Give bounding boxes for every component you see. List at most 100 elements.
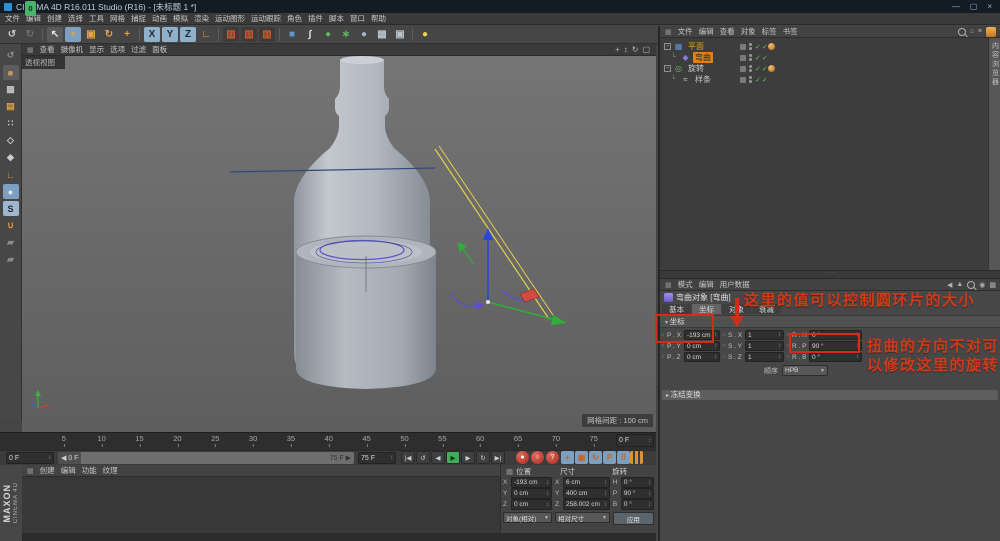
enable-check-icon[interactable]: ✓ bbox=[755, 43, 761, 51]
material-menu-item[interactable]: 纹理 bbox=[100, 465, 121, 476]
palette-icon[interactable]: ◆ bbox=[3, 150, 19, 165]
enable-check-icon[interactable]: ✓ bbox=[762, 43, 768, 51]
size-field[interactable]: 400 cm bbox=[563, 488, 610, 499]
attribute-tab[interactable]: 基本 bbox=[662, 304, 691, 314]
size-field[interactable]: 6 cm bbox=[563, 477, 610, 488]
search-icon[interactable] bbox=[958, 28, 966, 36]
menu-item[interactable]: 网格 bbox=[107, 13, 128, 24]
palette-icon[interactable]: ● bbox=[3, 184, 19, 199]
menu-item[interactable]: 帮助 bbox=[368, 13, 389, 24]
side-tab-strip[interactable]: 内容浏览器 bbox=[988, 38, 1000, 270]
palette-icon[interactable]: ∷ bbox=[3, 116, 19, 131]
palette-icon[interactable]: ▤ bbox=[3, 99, 19, 114]
transport-button[interactable]: ↺ bbox=[416, 451, 430, 464]
viewport-menu-item[interactable]: 摄像机 bbox=[58, 44, 87, 55]
menu-item[interactable]: 选择 bbox=[65, 13, 86, 24]
phong-tag-icon[interactable] bbox=[768, 43, 775, 50]
toolbar-icon[interactable]: Y bbox=[162, 27, 178, 42]
object-menu-item[interactable]: 书签 bbox=[780, 26, 801, 37]
toolbar-icon[interactable]: ↻ bbox=[101, 27, 117, 42]
history-up-icon[interactable]: ▲ bbox=[956, 281, 963, 288]
palette-icon[interactable]: ◇ bbox=[3, 133, 19, 148]
freeze-transform-section[interactable]: 冻结变换 bbox=[662, 390, 998, 400]
keying-toggle[interactable]: + bbox=[561, 451, 574, 464]
attrib-menu-item[interactable]: 模式 bbox=[675, 279, 696, 290]
material-menu-item[interactable]: 功能 bbox=[79, 465, 100, 476]
grid-view-icon[interactable]: ▦ bbox=[989, 281, 996, 289]
object-row[interactable]: - └ ◎ 旋转 ✓ ✓ bbox=[660, 63, 1000, 74]
menu-item[interactable]: 模拟 bbox=[170, 13, 191, 24]
object-menu-item[interactable]: 对象 bbox=[738, 26, 759, 37]
object-name[interactable]: 平面 bbox=[686, 41, 706, 52]
object-menu-item[interactable]: 查看 bbox=[717, 26, 738, 37]
enable-check-icon[interactable]: ✓ bbox=[762, 65, 768, 73]
palette-icon[interactable]: ∟ bbox=[3, 167, 19, 182]
visibility-dots[interactable] bbox=[749, 76, 752, 83]
transport-button[interactable]: ▶ bbox=[446, 451, 460, 464]
menu-item[interactable]: 文件 bbox=[2, 13, 23, 24]
visibility-dots[interactable] bbox=[749, 65, 752, 72]
palette-icon[interactable]: ▰ bbox=[3, 252, 19, 267]
panel-grid-icon[interactable]: ▦ bbox=[27, 467, 34, 475]
toolbar-icon[interactable]: ● bbox=[320, 27, 336, 42]
record-button[interactable]: ● bbox=[516, 451, 529, 464]
palette-icon[interactable]: S bbox=[3, 201, 19, 216]
palette-icon[interactable]: ■ bbox=[3, 65, 19, 80]
timeline-playhead[interactable]: 0 bbox=[25, 1, 36, 16]
object-menu-item[interactable]: 编辑 bbox=[696, 26, 717, 37]
toolbar-icon[interactable]: ↻ bbox=[22, 27, 38, 42]
toolbar-icon[interactable]: ▣ bbox=[83, 27, 99, 42]
viewport-nav-icon[interactable]: ↕ bbox=[624, 45, 628, 54]
material-menu-item[interactable]: 创建 bbox=[37, 465, 58, 476]
menu-item[interactable]: 运动图形 bbox=[212, 13, 248, 24]
keying-toggle[interactable]: ↻ bbox=[589, 451, 602, 464]
viewport-nav-icon[interactable]: ↻ bbox=[632, 45, 639, 54]
menu-item[interactable]: 渲染 bbox=[191, 13, 212, 24]
position-mode-dropdown[interactable]: 对象(相对)▼ bbox=[503, 512, 552, 523]
panel-grid-icon[interactable]: ▦ bbox=[506, 467, 513, 476]
object-menu-item[interactable]: 文件 bbox=[675, 26, 696, 37]
toolbar-icon[interactable]: ▦ bbox=[374, 27, 390, 42]
toolbar-icon[interactable]: ∫ bbox=[302, 27, 318, 42]
timeline-ruler[interactable]: 51015202530354045505560657075 bbox=[0, 432, 614, 450]
layer-square[interactable] bbox=[740, 44, 746, 50]
object-row[interactable]: └ ≈ 样条 ✓ ✓ bbox=[660, 74, 1000, 85]
menu-item[interactable]: 动画 bbox=[149, 13, 170, 24]
toolbar-icon[interactable]: ↺ bbox=[4, 27, 20, 42]
size-field[interactable]: 258.002 cm bbox=[563, 499, 610, 510]
toolbar-icon[interactable]: ∟ bbox=[198, 27, 214, 42]
viewport-menu-item[interactable]: 查看 bbox=[37, 44, 58, 55]
field-input[interactable]: 0 cm bbox=[684, 352, 720, 362]
object-row[interactable]: - └ ▦ 平面 ✓ ✓ bbox=[660, 41, 1000, 52]
phong-tag-icon[interactable] bbox=[768, 65, 775, 72]
field-input[interactable]: 1 bbox=[745, 330, 784, 340]
object-name[interactable]: 样条 bbox=[693, 74, 713, 85]
toolbar-icon[interactable]: ● bbox=[356, 27, 372, 42]
transport-button[interactable]: ▶| bbox=[491, 451, 505, 464]
timeline-end-field[interactable]: 75 F bbox=[358, 452, 396, 464]
search-icon[interactable] bbox=[967, 281, 975, 289]
enable-check-icon[interactable]: ✓ bbox=[755, 54, 761, 62]
menu-item[interactable]: 插件 bbox=[305, 13, 326, 24]
viewport-menu-item[interactable]: 过滤 bbox=[128, 44, 149, 55]
visibility-dots[interactable] bbox=[749, 54, 752, 61]
object-name[interactable]: 弯曲 bbox=[693, 52, 713, 63]
transport-button[interactable]: ↻ bbox=[476, 451, 490, 464]
apply-button[interactable]: 应用 bbox=[613, 512, 654, 525]
toolbar-icon[interactable]: ▥ bbox=[259, 27, 275, 42]
layer-square[interactable] bbox=[740, 77, 746, 83]
viewport-menu-item[interactable]: 面板 bbox=[149, 44, 170, 55]
position-field[interactable]: 0 cm bbox=[511, 499, 552, 510]
maximize-button[interactable]: ▢ bbox=[970, 2, 978, 11]
toolbar-icon[interactable]: ■ bbox=[284, 27, 300, 42]
history-back-icon[interactable]: ◀ bbox=[947, 281, 952, 289]
transport-button[interactable]: |◀ bbox=[401, 451, 415, 464]
menu-item[interactable]: 窗口 bbox=[347, 13, 368, 24]
material-menu-item[interactable]: 编辑 bbox=[58, 465, 79, 476]
viewport-canvas[interactable] bbox=[22, 56, 656, 432]
layer-browser-icon[interactable] bbox=[986, 27, 996, 37]
timeline-range-scrubber[interactable]: ◀ 0 F 75 F ▶ bbox=[58, 452, 354, 464]
visibility-dots[interactable] bbox=[749, 43, 752, 50]
menu-item[interactable]: 运动跟踪 bbox=[248, 13, 284, 24]
close-button[interactable]: × bbox=[987, 2, 992, 11]
